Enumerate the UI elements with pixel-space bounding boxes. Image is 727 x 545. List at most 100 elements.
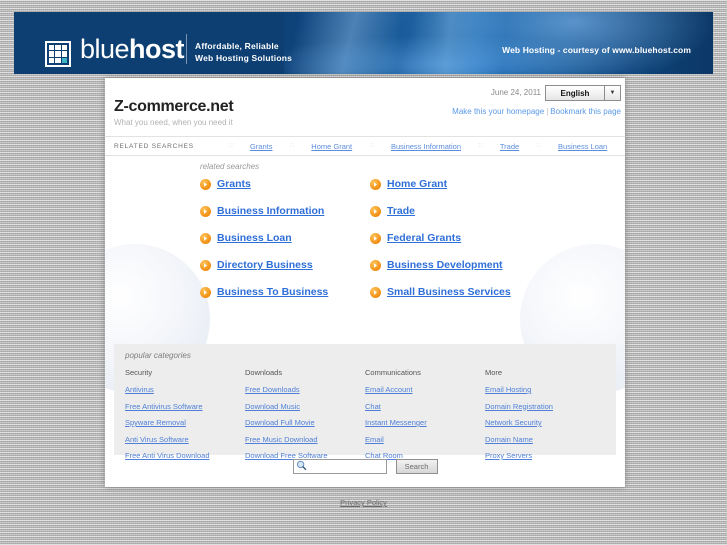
search-link[interactable]: Trade xyxy=(387,205,415,217)
related-search-link[interactable]: Grants xyxy=(250,142,273,151)
category-heading: Security xyxy=(125,368,153,377)
arrow-right-circle-icon xyxy=(370,232,381,244)
category-link[interactable]: Domain Registration xyxy=(485,402,605,411)
search-link[interactable]: Federal Grants xyxy=(387,232,461,244)
make-homepage-link[interactable]: Make this your homepage xyxy=(452,107,544,116)
arrow-right-circle-icon xyxy=(370,205,381,217)
related-searches-grid: Grants Home Grant Business Information T… xyxy=(200,178,600,298)
related-search-link[interactable]: Business Information xyxy=(391,142,461,151)
logo-cell xyxy=(61,51,67,57)
category-link[interactable]: Instant Messenger xyxy=(365,418,485,427)
arrow-right-circle-icon xyxy=(200,232,211,244)
category-link[interactable]: Free Music Download xyxy=(245,435,365,444)
popular-categories-columns: Security Antivirus Free Antivirus Softwa… xyxy=(125,368,605,468)
category-column-security: Security Antivirus Free Antivirus Softwa… xyxy=(125,368,245,468)
related-search-link[interactable]: Home Grant xyxy=(311,142,352,151)
category-link[interactable]: Email xyxy=(365,435,485,444)
arrow-right-circle-icon xyxy=(370,178,381,190)
category-column-communications: Communications Email Account Chat Instan… xyxy=(365,368,485,468)
category-column-downloads: Downloads Free Downloads Download Music … xyxy=(245,368,365,468)
privacy-policy-link[interactable]: Privacy Policy xyxy=(340,498,387,507)
item-separator-dots: :: xyxy=(536,143,543,149)
search-link-row[interactable]: Grants xyxy=(200,178,370,190)
popular-categories-panel: popular categories Security Antivirus Fr… xyxy=(114,344,616,460)
bluehost-wordmark[interactable]: bluehost xyxy=(80,34,185,64)
page-subtitle: What you need, when you need it xyxy=(114,118,233,127)
category-link[interactable]: Anti Virus Software xyxy=(125,435,245,444)
tagline-line-2: Web Hosting Solutions xyxy=(195,53,293,63)
arrow-right-circle-icon xyxy=(200,259,211,271)
related-search-item: :: Home Grant xyxy=(290,142,352,151)
search-link-row[interactable]: Federal Grants xyxy=(370,232,600,244)
search-link-row[interactable]: Business Development xyxy=(370,259,600,271)
chevron-down-icon: ▼ xyxy=(604,86,620,100)
wordmark-host: host xyxy=(129,34,185,64)
category-link[interactable]: Domain Name xyxy=(485,435,605,444)
category-heading: More xyxy=(485,368,503,377)
search-link[interactable]: Small Business Services xyxy=(387,286,511,298)
footer: Privacy Policy xyxy=(0,492,727,510)
banner-divider xyxy=(186,34,187,64)
category-link[interactable]: Download Full Movie xyxy=(245,418,365,427)
search-link[interactable]: Business Loan xyxy=(217,232,292,244)
related-search-link[interactable]: Business Loan xyxy=(558,142,607,151)
category-link[interactable]: Free Downloads xyxy=(245,385,365,394)
search-field-wrapper[interactable] xyxy=(292,459,419,474)
logo-cell-accent xyxy=(61,57,67,63)
search-link[interactable]: Business To Business xyxy=(217,286,328,298)
language-select-value: English xyxy=(560,88,590,98)
related-search-item: :: Trade xyxy=(479,142,520,151)
search-link-row[interactable]: Home Grant xyxy=(370,178,600,190)
category-link[interactable]: Free Antivirus Software xyxy=(125,402,245,411)
category-link[interactable]: Email Account xyxy=(365,385,485,394)
category-link[interactable]: Email Hosting xyxy=(485,385,605,394)
logo-cell xyxy=(61,45,67,51)
category-link[interactable]: Antivirus xyxy=(125,385,245,394)
search-link-row[interactable]: Directory Business xyxy=(200,259,370,271)
search-bar: Search xyxy=(105,459,625,474)
search-link[interactable]: Grants xyxy=(217,178,251,190)
arrow-right-circle-icon xyxy=(370,286,381,298)
category-heading: Downloads xyxy=(245,368,283,377)
related-searches-bar: RELATED SEARCHES :: Grants :: Home Grant :… xyxy=(105,136,625,156)
logo-cell xyxy=(55,45,61,51)
bookmark-page-link[interactable]: Bookmark this page xyxy=(550,107,621,116)
related-search-link[interactable]: Trade xyxy=(500,142,519,151)
related-searches-heading: related searches xyxy=(200,162,260,171)
category-link[interactable]: Spyware Removal xyxy=(125,418,245,427)
search-link[interactable]: Directory Business xyxy=(217,259,313,271)
category-link[interactable]: Chat xyxy=(365,402,485,411)
bluehost-grid-logo-icon xyxy=(45,41,71,67)
arrow-right-circle-icon xyxy=(370,259,381,271)
current-date: June 24, 2011 xyxy=(490,88,541,97)
related-search-item: :: Business Information xyxy=(370,142,461,151)
category-link[interactable]: Download Music xyxy=(245,402,365,411)
banner-courtesy-text: Web Hosting - courtesy of www.bluehost.c… xyxy=(502,45,691,55)
arrow-right-circle-icon xyxy=(200,205,211,217)
search-link-row[interactable]: Business To Business xyxy=(200,286,370,298)
search-link-row[interactable]: Small Business Services xyxy=(370,286,600,298)
search-link-row[interactable]: Trade xyxy=(370,205,600,217)
related-searches-label: RELATED SEARCHES xyxy=(114,142,194,150)
category-column-more: More Email Hosting Domain Registration N… xyxy=(485,368,605,468)
logo-cell xyxy=(55,51,61,57)
page-card: Z-commerce.net What you need, when you n… xyxy=(105,78,625,487)
page-title: Z-commerce.net xyxy=(114,98,234,115)
search-link-row[interactable]: Business Loan xyxy=(200,232,370,244)
category-link[interactable]: Network Security xyxy=(485,418,605,427)
item-separator-dots: :: xyxy=(369,143,375,149)
search-link[interactable]: Home Grant xyxy=(387,178,447,190)
tagline-line-1: Affordable, Reliable xyxy=(195,41,279,51)
related-search-item: :: Business Loan xyxy=(537,142,608,151)
language-select[interactable]: English ▼ xyxy=(545,85,621,101)
search-link-row[interactable]: Business Information xyxy=(200,205,370,217)
item-separator-dots: :: xyxy=(228,143,234,149)
search-button[interactable]: Search xyxy=(395,459,438,474)
header-links: Make this your homepage | Bookmark this pa… xyxy=(452,107,621,116)
logo-cell xyxy=(49,45,55,51)
logo-cell xyxy=(55,57,61,63)
arrow-right-circle-icon xyxy=(200,286,211,298)
search-link[interactable]: Business Development xyxy=(387,259,503,271)
logo-cell xyxy=(49,51,55,57)
search-link[interactable]: Business Information xyxy=(217,205,324,217)
